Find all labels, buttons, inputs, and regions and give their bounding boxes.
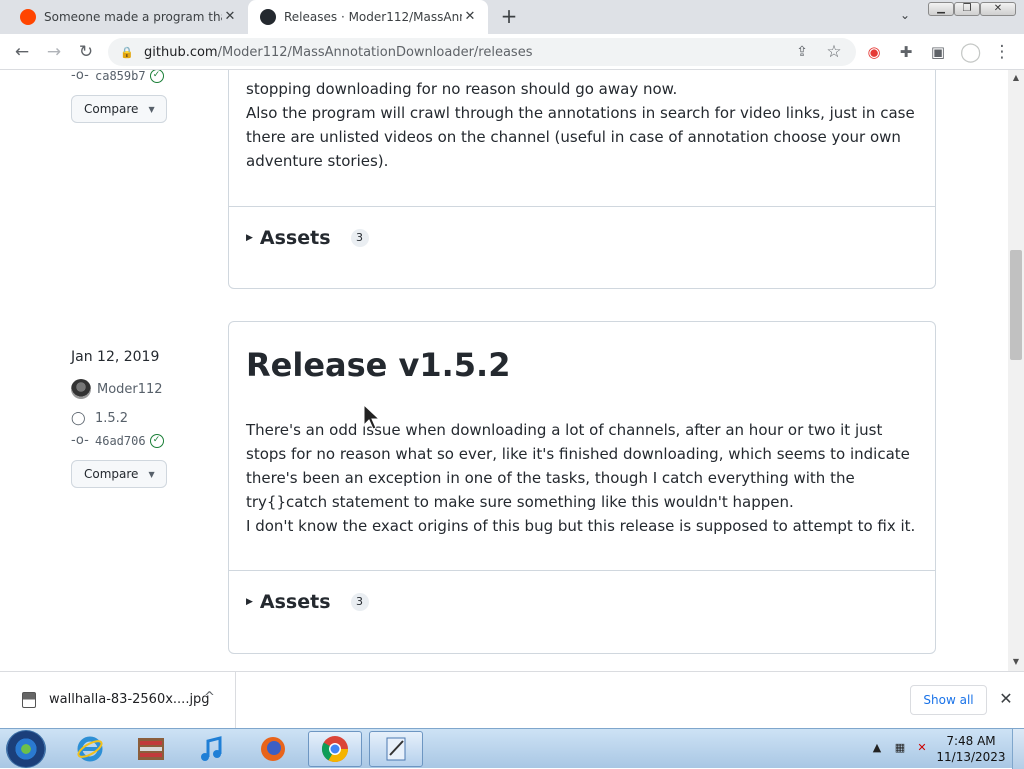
release-text: I don't know the exact origins of this b…	[246, 517, 916, 535]
caret-down-icon: ▼	[148, 469, 155, 479]
notepad-icon[interactable]	[369, 731, 423, 767]
firefox-icon[interactable]	[246, 731, 300, 767]
author-line[interactable]: Moder112	[71, 379, 163, 399]
bookmark-star-icon[interactable]: ☆	[824, 42, 844, 62]
scroll-up-icon[interactable]: ▲	[1011, 73, 1021, 83]
assets-section: ▶ Assets 3	[229, 570, 935, 653]
close-tab-icon[interactable]: ✕	[462, 9, 478, 25]
release-card: stopping downloading for no reason shoul…	[228, 70, 936, 289]
tab-strip: Someone made a program that l ✕ Releases…	[0, 0, 1024, 34]
github-icon	[260, 9, 276, 25]
compare-button[interactable]: Compare ▼	[71, 460, 167, 488]
show-hidden-icons-icon[interactable]: ▲	[870, 741, 884, 755]
tag-icon: ◯	[71, 411, 86, 426]
download-item[interactable]: wallhalla-83-2560x....jpg ^	[0, 672, 236, 729]
clock-time[interactable]: 7:48 AM	[936, 734, 1006, 748]
file-manager-icon[interactable]	[124, 731, 178, 767]
image-file-icon	[22, 692, 36, 708]
profile-avatar-icon[interactable]: ◯	[960, 42, 981, 62]
page-scrollbar[interactable]: ▲ ▼	[1008, 70, 1024, 671]
show-all-button[interactable]: Show all	[910, 685, 987, 715]
release-text: Also the program will crawl through the …	[246, 104, 915, 170]
clock-date[interactable]: 11/13/2023	[936, 750, 1006, 764]
url-text: github.com/Moder112/MassAnnotationDownlo…	[144, 45, 532, 60]
reddit-icon	[20, 9, 36, 25]
volume-muted-icon[interactable]: ✕	[915, 741, 929, 755]
url-path: /Moder112/MassAnnotationDownloader/relea…	[217, 44, 533, 60]
tab-search-icon[interactable]: ⌄	[896, 8, 914, 26]
side-panel-icon[interactable]: ▣	[928, 42, 948, 62]
commit-icon: -o-	[71, 433, 89, 448]
restore-button[interactable]: ❐	[954, 2, 980, 16]
downloads-bar: wallhalla-83-2560x....jpg ^ Show all ✕	[0, 671, 1024, 729]
author-avatar[interactable]	[71, 379, 91, 399]
release-text: There's an odd issue when downloading a …	[246, 421, 910, 511]
tab-github-releases[interactable]: Releases · Moder112/MassAnnot ✕	[248, 0, 488, 34]
tab-title: Someone made a program that l	[44, 10, 222, 24]
minimize-button[interactable]: ▁	[928, 2, 954, 16]
disclosure-triangle-icon: ▶	[246, 597, 253, 607]
assets-label: Assets	[259, 227, 331, 249]
chrome-icon[interactable]	[308, 731, 362, 767]
tag-line[interactable]: ◯ 1.5.2	[71, 411, 128, 426]
internet-explorer-icon[interactable]	[63, 731, 117, 767]
extension-icon[interactable]: ◉	[864, 42, 884, 62]
commit-line: -o- ca859b7 ✓	[71, 70, 164, 83]
url-host: github.com	[144, 44, 218, 60]
page-content: -o- ca859b7 ✓ Compare ▼ stopping downloa…	[0, 70, 1008, 671]
extensions-puzzle-icon[interactable]: ✚	[896, 42, 916, 62]
mouse-cursor-icon	[363, 403, 381, 430]
forward-icon[interactable]: →	[44, 42, 64, 62]
release-text: stopping downloading for no reason shoul…	[246, 80, 678, 98]
browser-menu-icon[interactable]: ⋮	[992, 42, 1012, 62]
reload-icon[interactable]: ↻	[76, 42, 96, 62]
address-bar[interactable]: 🔒 github.com/Moder112/MassAnnotationDown…	[108, 38, 856, 66]
tab-reddit[interactable]: Someone made a program that l ✕	[8, 0, 248, 34]
download-file-name[interactable]: wallhalla-83-2560x....jpg	[49, 692, 210, 707]
compare-label: Compare	[84, 102, 139, 116]
release-title[interactable]: Release v1.5.2	[246, 346, 510, 384]
assets-count-badge: 3	[350, 229, 369, 247]
release-date: Jan 12, 2019	[71, 349, 160, 365]
taskbar: ▲ ▦ ✕ 7:48 AM 11/13/2023	[0, 728, 1024, 769]
author-name[interactable]: Moder112	[97, 382, 163, 397]
close-downloads-icon[interactable]: ✕	[996, 689, 1016, 709]
tag-name[interactable]: 1.5.2	[95, 411, 128, 426]
network-icon[interactable]: ▦	[893, 741, 907, 755]
back-icon[interactable]: ←	[12, 42, 32, 62]
caret-down-icon: ▼	[148, 104, 155, 114]
close-window-button[interactable]: ✕	[980, 2, 1016, 16]
assets-toggle[interactable]: ▶ Assets 3	[246, 227, 369, 249]
share-icon[interactable]: ⇪	[792, 42, 812, 62]
itunes-icon[interactable]	[185, 731, 239, 767]
chevron-up-icon[interactable]: ^	[204, 690, 215, 705]
scroll-thumb[interactable]	[1010, 250, 1022, 360]
commit-sha[interactable]: 46ad706	[95, 434, 146, 448]
compare-button[interactable]: Compare ▼	[71, 95, 167, 123]
assets-count-badge: 3	[350, 593, 369, 611]
browser-toolbar: ← → ↻ 🔒 github.com/Moder112/MassAnnotati…	[0, 34, 1024, 70]
lock-icon[interactable]: 🔒	[120, 46, 134, 59]
commit-sha[interactable]: ca859b7	[95, 70, 146, 83]
verified-check-icon[interactable]: ✓	[149, 70, 164, 83]
disclosure-triangle-icon: ▶	[246, 233, 253, 243]
commit-icon: -o-	[71, 70, 89, 83]
assets-label: Assets	[259, 591, 331, 613]
release-card: Release v1.5.2 There's an odd issue when…	[228, 321, 936, 654]
start-button[interactable]	[6, 730, 46, 768]
release-body: stopping downloading for no reason shoul…	[229, 70, 935, 173]
show-desktop-button[interactable]	[1012, 729, 1024, 769]
assets-section: ▶ Assets 3	[229, 206, 935, 289]
compare-label: Compare	[84, 467, 139, 481]
new-tab-button[interactable]: +	[498, 6, 520, 28]
close-tab-icon[interactable]: ✕	[222, 9, 238, 25]
tab-title: Releases · Moder112/MassAnnot	[284, 10, 462, 24]
commit-line: -o- 46ad706 ✓	[71, 433, 164, 448]
scroll-down-icon[interactable]: ▼	[1011, 657, 1021, 667]
verified-check-icon[interactable]: ✓	[149, 433, 164, 448]
assets-toggle[interactable]: ▶ Assets 3	[246, 591, 369, 613]
